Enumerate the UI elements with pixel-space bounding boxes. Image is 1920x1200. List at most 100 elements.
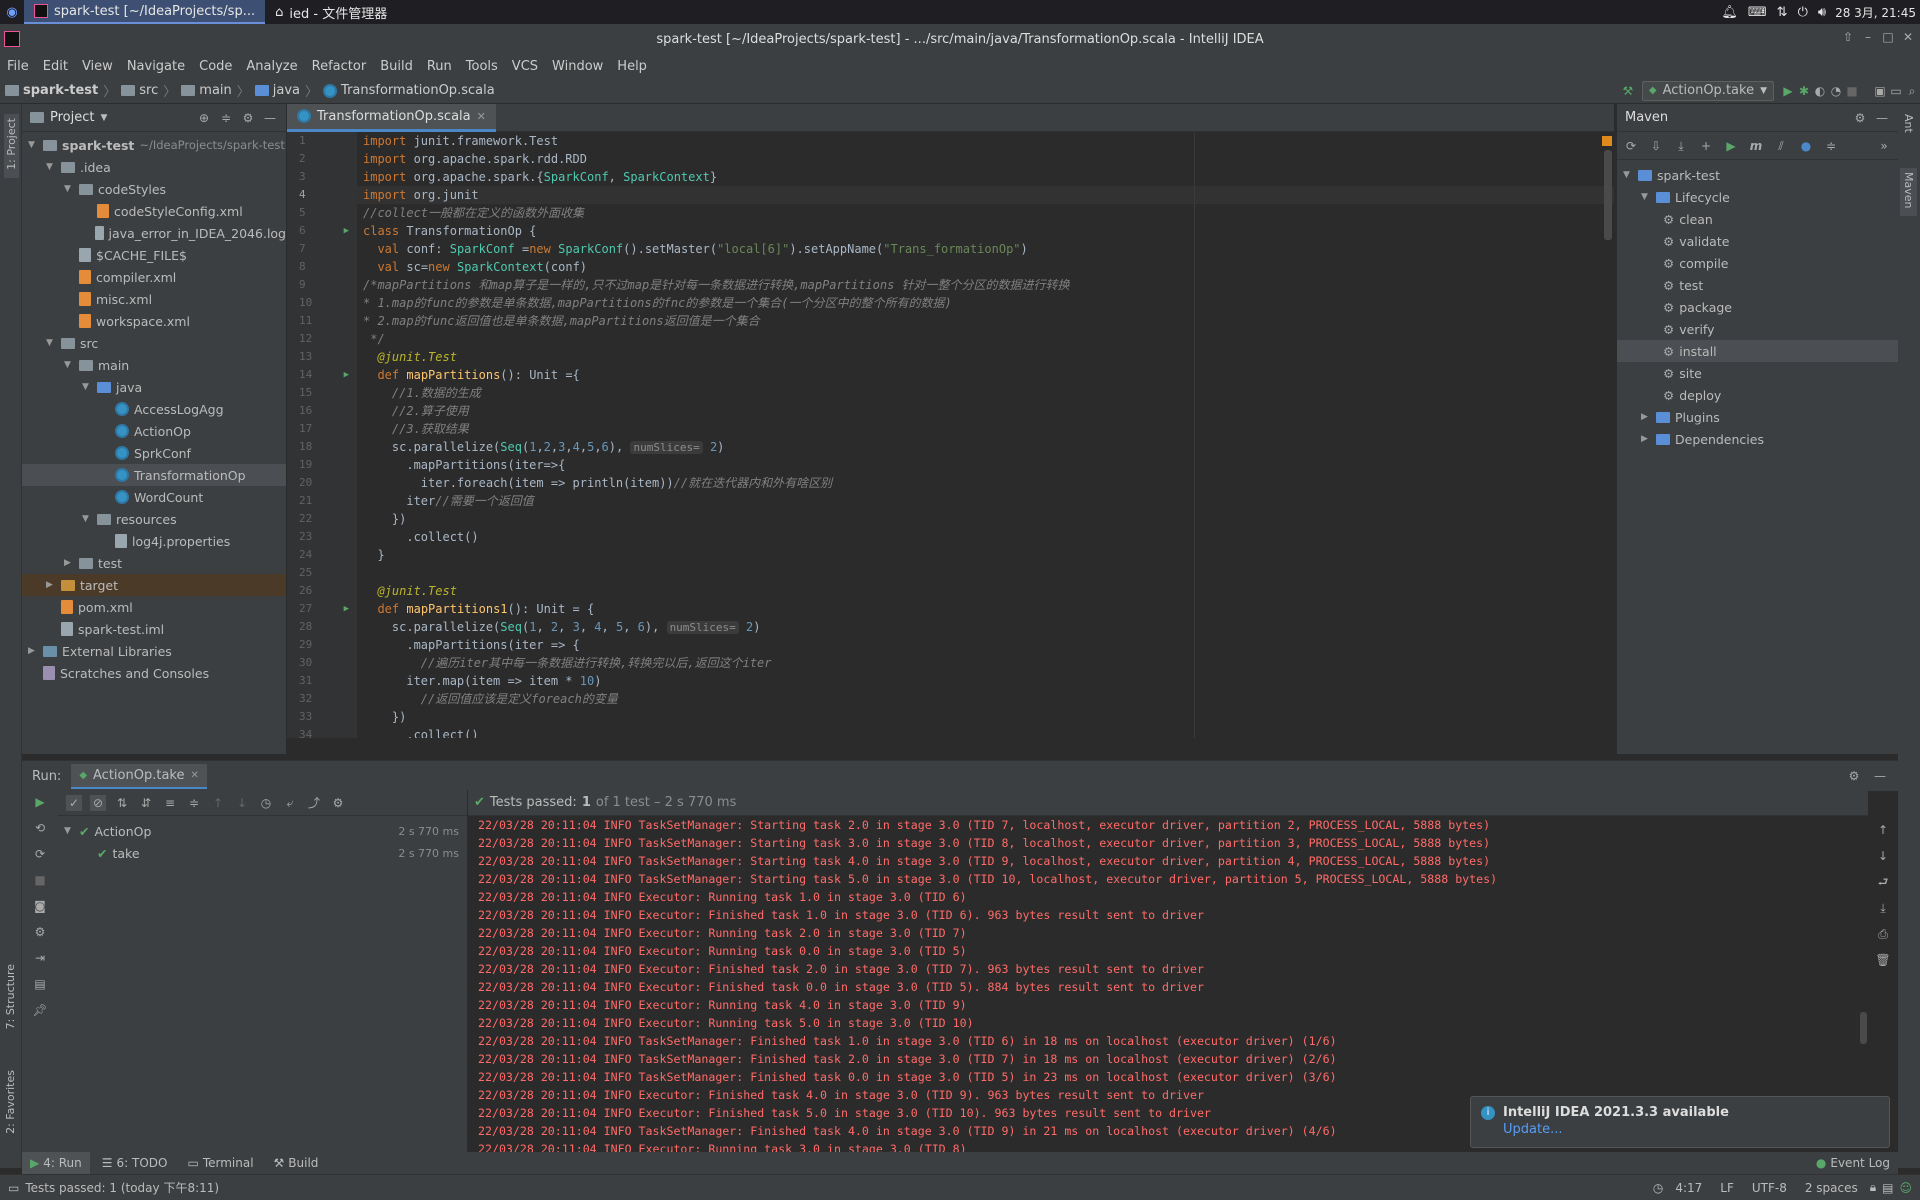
download-icon[interactable]: ⤓ bbox=[1673, 138, 1689, 154]
breadcrumb-src[interactable]: src bbox=[116, 83, 163, 98]
expand-arrow-icon[interactable]: ▶ bbox=[1641, 434, 1651, 444]
generate-sources-icon[interactable]: ⇩ bbox=[1648, 138, 1664, 154]
menu-refactor[interactable]: Refactor bbox=[305, 59, 374, 74]
expand-arrow-icon[interactable]: ▼ bbox=[64, 184, 74, 194]
line-number[interactable]: 4 bbox=[287, 186, 357, 204]
code-line[interactable]: }) bbox=[357, 510, 1614, 528]
gear-icon[interactable]: ⚙ bbox=[1852, 110, 1868, 126]
line-number[interactable]: 1 bbox=[287, 132, 357, 150]
code-line[interactable]: //collect一般都在定义的函数外面收集 bbox=[357, 204, 1614, 222]
soft-wrap-icon[interactable]: ⮐ bbox=[1875, 874, 1891, 890]
code-line[interactable]: //遍历iter其中每一条数据进行转换,转换完以后,返回这个iter bbox=[357, 654, 1614, 672]
tool-window-maven[interactable]: Maven bbox=[1900, 168, 1917, 217]
hide-icon[interactable]: — bbox=[1872, 768, 1888, 784]
code-line[interactable]: val sc=new SparkContext(conf) bbox=[357, 258, 1614, 276]
code-line[interactable]: def mapPartitions1(): Unit = { bbox=[357, 600, 1614, 618]
maven-goal-compile[interactable]: ⚙ compile bbox=[1617, 252, 1898, 274]
project-tree-item[interactable]: ▶ test bbox=[22, 552, 286, 574]
menu-tools[interactable]: Tools bbox=[459, 59, 505, 74]
app-menu-icon[interactable]: ◉ bbox=[0, 0, 24, 24]
code-line[interactable]: class TransformationOp { bbox=[357, 222, 1614, 240]
run-config-dropdown[interactable]: ◆ ActionOp.take ▼ bbox=[1641, 80, 1774, 101]
reload-icon[interactable]: ⟳ bbox=[1623, 138, 1639, 154]
project-tree-item[interactable]: Scratches and Consoles bbox=[22, 662, 286, 684]
expand-all-icon[interactable]: ≡ bbox=[162, 795, 178, 811]
line-number[interactable]: 15 bbox=[287, 384, 357, 402]
line-number[interactable]: 33 bbox=[287, 708, 357, 726]
breadcrumb-java[interactable]: java bbox=[250, 83, 305, 98]
debug-icon[interactable]: ✱ bbox=[1796, 83, 1812, 99]
up-arrow-icon[interactable]: ↑ bbox=[1875, 822, 1891, 838]
run-icon[interactable]: ▶ bbox=[1723, 138, 1739, 154]
coverage-icon[interactable]: ◐ bbox=[1812, 83, 1828, 99]
line-number[interactable]: 34 bbox=[287, 726, 357, 744]
line-number[interactable]: 24 bbox=[287, 546, 357, 564]
maven-lifecycle[interactable]: ▼ Lifecycle bbox=[1617, 186, 1898, 208]
toggle-offline-icon[interactable]: ⫽ bbox=[1773, 138, 1789, 154]
add-icon[interactable]: + bbox=[1698, 138, 1714, 154]
close-tab-icon[interactable]: ✕ bbox=[477, 110, 486, 123]
tool-window-structure[interactable]: 7: Structure bbox=[4, 964, 17, 1033]
bottom-tab-todo[interactable]: ☰ 6: TODO bbox=[94, 1156, 176, 1170]
file-encoding[interactable]: UTF-8 bbox=[1746, 1181, 1793, 1195]
gear-icon[interactable]: ⚙ bbox=[1846, 768, 1862, 784]
menu-view[interactable]: View bbox=[75, 59, 120, 74]
line-number[interactable]: 18 bbox=[287, 438, 357, 456]
export-icon[interactable]: ⤴ bbox=[306, 795, 322, 811]
console-scrollbar[interactable] bbox=[1860, 1012, 1867, 1044]
code-line[interactable]: @junit.Test bbox=[357, 348, 1614, 366]
line-number[interactable]: 13 bbox=[287, 348, 357, 366]
run-test-gutter-icon[interactable]: ▶ bbox=[344, 600, 349, 618]
project-tree-item[interactable]: compiler.xml bbox=[22, 266, 286, 288]
collapse-all-icon[interactable]: ≑ bbox=[186, 795, 202, 811]
line-number[interactable]: 16 bbox=[287, 402, 357, 420]
line-number[interactable]: 29 bbox=[287, 636, 357, 654]
line-number[interactable]: 21 bbox=[287, 492, 357, 510]
settings-icon[interactable]: ⚙ bbox=[330, 795, 346, 811]
pin-icon[interactable]: 📌︎ bbox=[32, 1002, 48, 1018]
line-number[interactable]: 14 ▶ bbox=[287, 366, 357, 384]
code-line[interactable]: //2.算子使用 bbox=[357, 402, 1614, 420]
bottom-tab-run[interactable]: ▶ 4: Run bbox=[22, 1152, 90, 1174]
inspector-icon[interactable]: ☺ bbox=[1899, 1181, 1912, 1195]
project-tree-item[interactable]: pom.xml bbox=[22, 596, 286, 618]
menu-navigate[interactable]: Navigate bbox=[120, 59, 192, 74]
keyboard-icon[interactable]: ⌨ bbox=[1743, 5, 1772, 20]
chevron-down-icon[interactable]: ▼ bbox=[100, 113, 107, 123]
line-number[interactable]: 8 bbox=[287, 258, 357, 276]
tool-window-project[interactable]: 1: Project bbox=[4, 114, 19, 178]
line-number[interactable]: 6 ▶ bbox=[287, 222, 357, 240]
code-line[interactable]: .collect() bbox=[357, 726, 1614, 738]
line-number[interactable]: 3 bbox=[287, 168, 357, 186]
expand-arrow-icon[interactable]: ▼ bbox=[46, 338, 56, 348]
warning-marker-icon[interactable] bbox=[1602, 136, 1612, 146]
maven-goal-install[interactable]: ⚙ install bbox=[1617, 340, 1898, 362]
close-tab-icon[interactable]: ✕ bbox=[190, 770, 198, 781]
code-line[interactable]: sc.parallelize(Seq(1, 2, 3, 4, 5, 6), nu… bbox=[357, 618, 1614, 636]
project-tree-item[interactable]: TransformationOp bbox=[22, 464, 286, 486]
clock[interactable]: 28 3月, 21:45 bbox=[1831, 4, 1920, 21]
menu-file[interactable]: File bbox=[0, 59, 36, 74]
expand-arrow-icon[interactable]: ▶ bbox=[46, 580, 56, 590]
maven-goal-package[interactable]: ⚙ package bbox=[1617, 296, 1898, 318]
show-passed-icon[interactable]: ✓ bbox=[66, 794, 82, 811]
project-tree-item[interactable]: misc.xml bbox=[22, 288, 286, 310]
project-tree-item[interactable]: ▼ resources bbox=[22, 508, 286, 530]
maven-goal-test[interactable]: ⚙ test bbox=[1617, 274, 1898, 296]
hide-icon[interactable]: — bbox=[1874, 110, 1890, 126]
hide-icon[interactable]: — bbox=[262, 110, 278, 126]
maven-goal-validate[interactable]: ⚙ validate bbox=[1617, 230, 1898, 252]
code-line[interactable]: import junit.framework.Test bbox=[357, 132, 1614, 150]
project-tree-item[interactable]: ▼ main bbox=[22, 354, 286, 376]
project-tree-item[interactable]: ▼ java bbox=[22, 376, 286, 398]
exit-icon[interactable]: ⇥ bbox=[32, 950, 48, 966]
locate-icon[interactable]: ⊕ bbox=[196, 110, 212, 126]
layout-icon[interactable]: ▭ bbox=[1888, 83, 1904, 99]
taskbar-task-file-manager[interactable]: ⌂ ied - 文件管理器 bbox=[265, 0, 397, 24]
expand-arrow-icon[interactable]: ▶ bbox=[28, 646, 38, 656]
maven-goal-verify[interactable]: ⚙ verify bbox=[1617, 318, 1898, 340]
code-line[interactable]: } bbox=[357, 546, 1614, 564]
project-tree-item[interactable]: log4j.properties bbox=[22, 530, 286, 552]
menu-vcs[interactable]: VCS bbox=[505, 59, 545, 74]
line-number[interactable]: 32 bbox=[287, 690, 357, 708]
